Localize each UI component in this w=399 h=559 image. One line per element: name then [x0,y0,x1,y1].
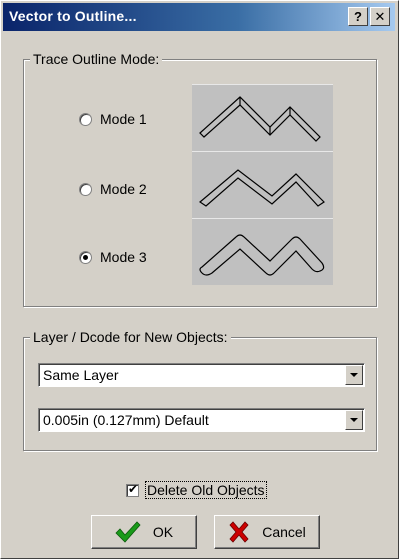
help-button[interactable]: ? [348,7,368,26]
green-check-icon [115,521,141,543]
layer-select-value: Same Layer [43,367,119,383]
delete-old-objects-checkbox-row[interactable]: ✔ Delete Old Objects [126,481,267,499]
mode-3-label: Mode 3 [100,249,147,265]
mode-1-radio-button[interactable] [79,112,92,126]
mode-3-radio[interactable]: Mode 3 [79,248,147,266]
trace-outline-mode-group: Trace Outline Mode: Mode 1 Mode 2 Mode 3 [23,51,377,307]
cancel-button[interactable]: Cancel [214,515,320,549]
layer-dcode-group: Layer / Dcode for New Objects: Same Laye… [23,329,377,451]
mode-2-preview-icon [199,169,325,207]
ok-button[interactable]: OK [91,515,197,549]
mode-2-radio-button[interactable] [79,182,92,196]
mode-3-preview-icon [199,234,325,276]
mode-2-label: Mode 2 [100,181,147,197]
dcode-select[interactable]: 0.005in (0.127mm) Default [38,408,365,432]
dcode-select-value: 0.005in (0.127mm) Default [43,412,209,428]
ok-label: OK [152,524,174,540]
mode-1-preview [192,84,333,151]
layer-select[interactable]: Same Layer [38,363,365,387]
mode-3-radio-button[interactable] [79,250,92,264]
mode-3-preview [192,218,333,285]
close-button[interactable]: ✕ [370,7,390,26]
trace-outline-mode-legend: Trace Outline Mode: [30,51,163,67]
mode-1-radio[interactable]: Mode 1 [79,110,147,128]
mode-1-label: Mode 1 [100,111,147,127]
checkmark-icon: ✔ [128,481,139,496]
delete-old-objects-checkbox[interactable]: ✔ [126,481,139,497]
mode-1-preview-icon [199,96,321,142]
title-bar[interactable]: Vector to Outline... ? ✕ [3,3,395,31]
delete-old-objects-label: Delete Old Objects [145,481,267,499]
red-x-icon [229,521,249,543]
mode-2-preview [192,151,333,218]
chevron-down-icon[interactable] [345,410,363,430]
vector-to-outline-dialog: Vector to Outline... ? ✕ Trace Outline M… [0,0,399,559]
mode-2-radio[interactable]: Mode 2 [79,180,147,198]
chevron-down-icon[interactable] [345,365,363,385]
cancel-label: Cancel [262,524,306,540]
layer-dcode-legend: Layer / Dcode for New Objects: [30,329,231,345]
window-title: Vector to Outline... [9,8,137,24]
